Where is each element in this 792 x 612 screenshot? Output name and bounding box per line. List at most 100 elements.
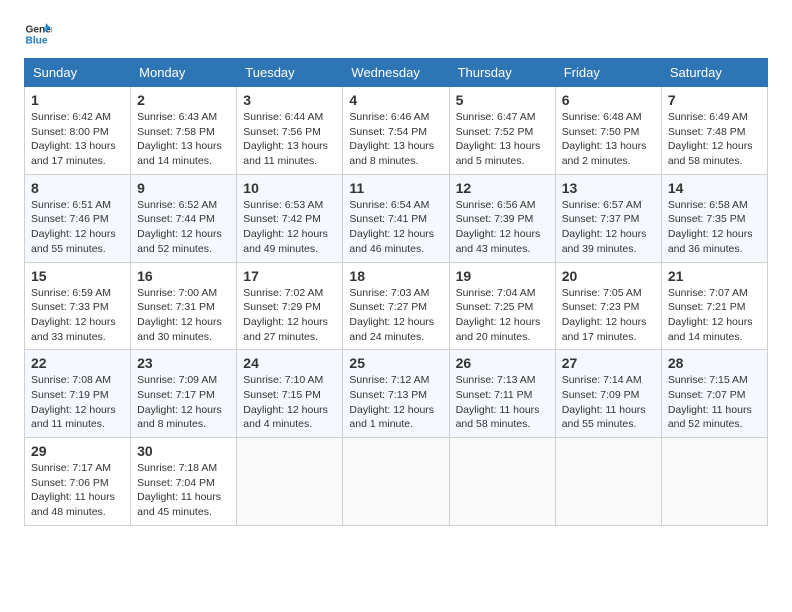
day-number: 30 — [137, 443, 230, 459]
weekday-header-saturday: Saturday — [661, 59, 767, 87]
day-info: Sunrise: 6:44 AMSunset: 7:56 PMDaylight:… — [243, 110, 336, 169]
weekday-header-sunday: Sunday — [25, 59, 131, 87]
day-info: Sunrise: 6:53 AMSunset: 7:42 PMDaylight:… — [243, 198, 336, 257]
day-info: Sunrise: 6:49 AMSunset: 7:48 PMDaylight:… — [668, 110, 761, 169]
calendar-cell — [449, 438, 555, 526]
day-number: 17 — [243, 268, 336, 284]
calendar-cell — [661, 438, 767, 526]
day-number: 28 — [668, 355, 761, 371]
day-number: 19 — [456, 268, 549, 284]
calendar-cell: 8 Sunrise: 6:51 AMSunset: 7:46 PMDaylight… — [25, 174, 131, 262]
day-number: 8 — [31, 180, 124, 196]
day-info: Sunrise: 7:14 AMSunset: 7:09 PMDaylight:… — [562, 373, 655, 432]
logo: General Blue — [24, 20, 56, 48]
day-info: Sunrise: 7:13 AMSunset: 7:11 PMDaylight:… — [456, 373, 549, 432]
calendar-cell: 27 Sunrise: 7:14 AMSunset: 7:09 PMDayligh… — [555, 350, 661, 438]
day-number: 25 — [349, 355, 442, 371]
weekday-header-monday: Monday — [131, 59, 237, 87]
day-info: Sunrise: 6:47 AMSunset: 7:52 PMDaylight:… — [456, 110, 549, 169]
day-number: 21 — [668, 268, 761, 284]
day-number: 10 — [243, 180, 336, 196]
calendar-week-row: 8 Sunrise: 6:51 AMSunset: 7:46 PMDaylight… — [25, 174, 768, 262]
calendar-cell: 6 Sunrise: 6:48 AMSunset: 7:50 PMDaylight… — [555, 87, 661, 175]
day-info: Sunrise: 7:04 AMSunset: 7:25 PMDaylight:… — [456, 286, 549, 345]
day-number: 26 — [456, 355, 549, 371]
day-info: Sunrise: 6:46 AMSunset: 7:54 PMDaylight:… — [349, 110, 442, 169]
day-number: 18 — [349, 268, 442, 284]
day-number: 23 — [137, 355, 230, 371]
calendar-week-row: 22 Sunrise: 7:08 AMSunset: 7:19 PMDayligh… — [25, 350, 768, 438]
weekday-header-wednesday: Wednesday — [343, 59, 449, 87]
day-number: 16 — [137, 268, 230, 284]
calendar-cell: 14 Sunrise: 6:58 AMSunset: 7:35 PMDayligh… — [661, 174, 767, 262]
day-info: Sunrise: 6:51 AMSunset: 7:46 PMDaylight:… — [31, 198, 124, 257]
day-info: Sunrise: 6:43 AMSunset: 7:58 PMDaylight:… — [137, 110, 230, 169]
day-number: 29 — [31, 443, 124, 459]
calendar-cell: 9 Sunrise: 6:52 AMSunset: 7:44 PMDaylight… — [131, 174, 237, 262]
day-number: 12 — [456, 180, 549, 196]
day-number: 11 — [349, 180, 442, 196]
calendar-cell: 11 Sunrise: 6:54 AMSunset: 7:41 PMDayligh… — [343, 174, 449, 262]
day-number: 13 — [562, 180, 655, 196]
day-info: Sunrise: 7:05 AMSunset: 7:23 PMDaylight:… — [562, 286, 655, 345]
calendar-cell: 15Sunrise: 6:59 AMSunset: 7:33 PMDayligh… — [25, 262, 131, 350]
calendar-cell: 7 Sunrise: 6:49 AMSunset: 7:48 PMDaylight… — [661, 87, 767, 175]
calendar-cell: 29 Sunrise: 7:17 AMSunset: 7:06 PMDayligh… — [25, 438, 131, 526]
day-number: 7 — [668, 92, 761, 108]
day-number: 14 — [668, 180, 761, 196]
day-info: Sunrise: 7:03 AMSunset: 7:27 PMDaylight:… — [349, 286, 442, 345]
calendar-table: SundayMondayTuesdayWednesdayThursdayFrid… — [24, 58, 768, 526]
day-info: Sunrise: 7:08 AMSunset: 7:19 PMDaylight:… — [31, 373, 124, 432]
day-number: 4 — [349, 92, 442, 108]
day-info: Sunrise: 7:00 AMSunset: 7:31 PMDaylight:… — [137, 286, 230, 345]
calendar-header-row: SundayMondayTuesdayWednesdayThursdayFrid… — [25, 59, 768, 87]
day-info: Sunrise: 7:15 AMSunset: 7:07 PMDaylight:… — [668, 373, 761, 432]
calendar-cell: 24Sunrise: 7:10 AMSunset: 7:15 PMDayligh… — [237, 350, 343, 438]
day-info: Sunrise: 7:17 AMSunset: 7:06 PMDaylight:… — [31, 461, 124, 520]
calendar-cell: 18 Sunrise: 7:03 AMSunset: 7:27 PMDayligh… — [343, 262, 449, 350]
calendar-cell: 26 Sunrise: 7:13 AMSunset: 7:11 PMDayligh… — [449, 350, 555, 438]
day-info: Sunrise: 6:57 AMSunset: 7:37 PMDaylight:… — [562, 198, 655, 257]
day-info: Sunrise: 7:02 AMSunset: 7:29 PMDaylight:… — [243, 286, 336, 345]
day-number: 5 — [456, 92, 549, 108]
weekday-header-tuesday: Tuesday — [237, 59, 343, 87]
calendar-cell: 28 Sunrise: 7:15 AMSunset: 7:07 PMDayligh… — [661, 350, 767, 438]
day-info: Sunrise: 6:42 AMSunset: 8:00 PMDaylight:… — [31, 110, 124, 169]
logo-icon: General Blue — [24, 20, 52, 48]
calendar-week-row: 1 Sunrise: 6:42 AMSunset: 8:00 PMDaylight… — [25, 87, 768, 175]
day-number: 3 — [243, 92, 336, 108]
day-number: 9 — [137, 180, 230, 196]
calendar-cell: 10 Sunrise: 6:53 AMSunset: 7:42 PMDayligh… — [237, 174, 343, 262]
weekday-header-thursday: Thursday — [449, 59, 555, 87]
day-info: Sunrise: 6:52 AMSunset: 7:44 PMDaylight:… — [137, 198, 230, 257]
day-number: 20 — [562, 268, 655, 284]
day-number: 27 — [562, 355, 655, 371]
day-info: Sunrise: 7:12 AMSunset: 7:13 PMDaylight:… — [349, 373, 442, 432]
calendar-cell — [343, 438, 449, 526]
day-number: 1 — [31, 92, 124, 108]
day-info: Sunrise: 7:09 AMSunset: 7:17 PMDaylight:… — [137, 373, 230, 432]
calendar-cell: 4 Sunrise: 6:46 AMSunset: 7:54 PMDaylight… — [343, 87, 449, 175]
weekday-header-friday: Friday — [555, 59, 661, 87]
calendar-cell: 23 Sunrise: 7:09 AMSunset: 7:17 PMDayligh… — [131, 350, 237, 438]
day-info: Sunrise: 6:56 AMSunset: 7:39 PMDaylight:… — [456, 198, 549, 257]
calendar-cell: 5 Sunrise: 6:47 AMSunset: 7:52 PMDaylight… — [449, 87, 555, 175]
day-info: Sunrise: 7:18 AMSunset: 7:04 PMDaylight:… — [137, 461, 230, 520]
calendar-cell: 20 Sunrise: 7:05 AMSunset: 7:23 PMDayligh… — [555, 262, 661, 350]
day-number: 6 — [562, 92, 655, 108]
day-info: Sunrise: 6:48 AMSunset: 7:50 PMDaylight:… — [562, 110, 655, 169]
calendar-cell — [237, 438, 343, 526]
day-number: 24 — [243, 355, 336, 371]
calendar-cell: 25 Sunrise: 7:12 AMSunset: 7:13 PMDayligh… — [343, 350, 449, 438]
day-info: Sunrise: 6:59 AMSunset: 7:33 PMDaylight:… — [31, 286, 124, 345]
calendar-cell: 13 Sunrise: 6:57 AMSunset: 7:37 PMDayligh… — [555, 174, 661, 262]
calendar-cell: 3 Sunrise: 6:44 AMSunset: 7:56 PMDaylight… — [237, 87, 343, 175]
page-header: General Blue — [24, 20, 768, 48]
calendar-week-row: 15Sunrise: 6:59 AMSunset: 7:33 PMDayligh… — [25, 262, 768, 350]
calendar-cell: 16 Sunrise: 7:00 AMSunset: 7:31 PMDayligh… — [131, 262, 237, 350]
day-info: Sunrise: 6:58 AMSunset: 7:35 PMDaylight:… — [668, 198, 761, 257]
calendar-cell: 19 Sunrise: 7:04 AMSunset: 7:25 PMDayligh… — [449, 262, 555, 350]
day-info: Sunrise: 6:54 AMSunset: 7:41 PMDaylight:… — [349, 198, 442, 257]
day-number: 22 — [31, 355, 124, 371]
calendar-week-row: 29 Sunrise: 7:17 AMSunset: 7:06 PMDayligh… — [25, 438, 768, 526]
